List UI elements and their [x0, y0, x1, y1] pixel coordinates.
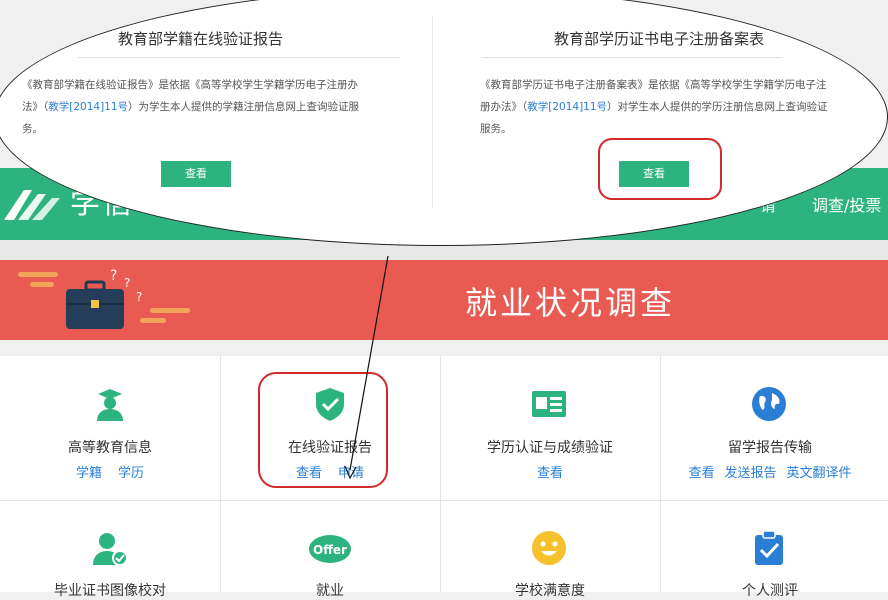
callout-arrow	[344, 255, 389, 480]
